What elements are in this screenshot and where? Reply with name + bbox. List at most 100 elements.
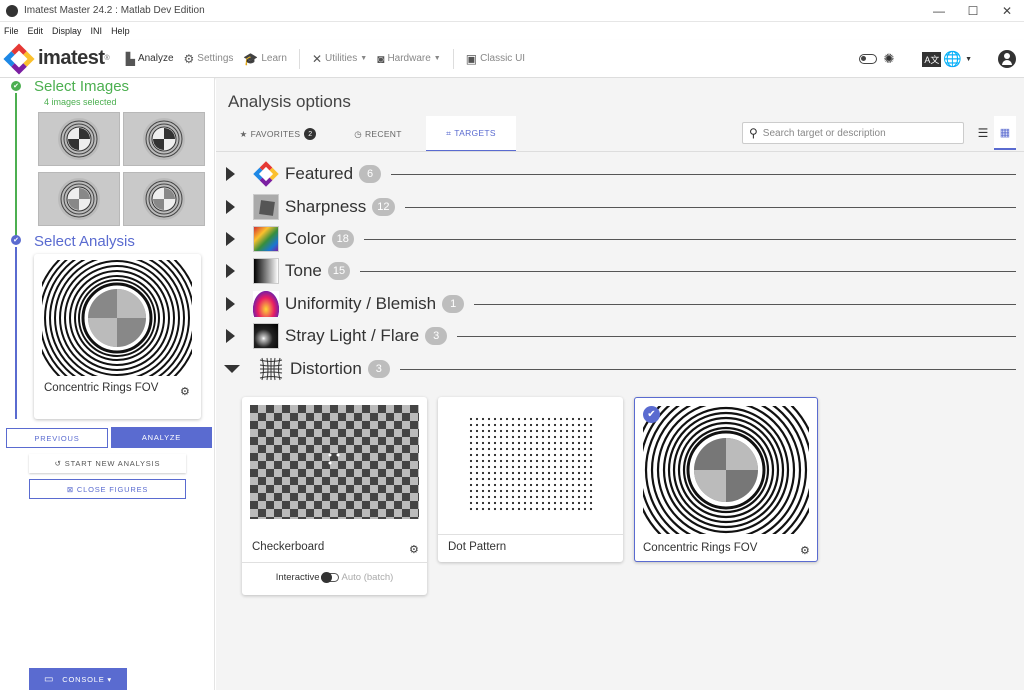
- step-select-images[interactable]: Select Images: [34, 78, 129, 95]
- dot-mark: [547, 441, 551, 445]
- dot-mark: [487, 507, 491, 511]
- dot-mark: [499, 465, 503, 469]
- analysis-options-panel: Analysis options ★ FAVORITES 2 ◷ RECENT ⌗ TA…: [216, 78, 1024, 690]
- learn-nav[interactable]: 🎓 Learn: [243, 52, 287, 66]
- globe-icon[interactable]: 🌐: [943, 50, 962, 68]
- dot-mark: [583, 507, 587, 511]
- dot-mark: [559, 483, 563, 487]
- distortion-icon: [258, 356, 284, 382]
- dot-mark: [553, 489, 557, 493]
- menu-ini[interactable]: INI: [91, 26, 103, 36]
- dot-mark: [487, 423, 491, 427]
- selected-check-icon: ✔: [643, 406, 660, 423]
- menu-help[interactable]: Help: [111, 26, 130, 36]
- tab-favorites[interactable]: ★ FAVORITES 2: [226, 116, 330, 152]
- selected-analysis-card[interactable]: Concentric Rings FOV ⚙: [34, 254, 201, 419]
- image-thumbnail[interactable]: [38, 172, 120, 226]
- dot-mark: [577, 501, 581, 505]
- menu-edit[interactable]: Edit: [28, 26, 44, 36]
- category-color[interactable]: Color 18: [224, 226, 1016, 252]
- image-thumbnail[interactable]: [123, 112, 205, 166]
- dot-mark: [577, 447, 581, 451]
- analyze-nav[interactable]: ▙ Analyze: [126, 52, 174, 66]
- category-uniformity[interactable]: Uniformity / Blemish 1: [224, 291, 1016, 317]
- close-figures-button[interactable]: ⊠ CLOSE FIGURES: [29, 479, 186, 499]
- featured-icon: [253, 161, 279, 187]
- category-tone[interactable]: Tone 15: [224, 258, 1016, 284]
- dot-mark: [547, 423, 551, 427]
- gear-icon[interactable]: ⚙: [800, 544, 810, 557]
- dot-mark: [541, 447, 545, 451]
- tab-targets[interactable]: ⌗ TARGETS: [426, 116, 516, 152]
- target-card-dot-pattern[interactable]: Dot Pattern: [438, 397, 623, 562]
- minimize-button[interactable]: —: [922, 0, 956, 22]
- tab-recent[interactable]: ◷ RECENT: [330, 116, 426, 152]
- utilities-menu[interactable]: ✕ Utilities ▼: [312, 52, 367, 66]
- dot-mark: [505, 501, 509, 505]
- category-distortion[interactable]: Distortion 3: [224, 357, 1016, 381]
- console-button[interactable]: ▭ CONSOLE ▾: [29, 668, 127, 690]
- category-divider: [474, 303, 1016, 305]
- grid-view-icon[interactable]: ▦: [994, 116, 1016, 150]
- menu-display[interactable]: Display: [52, 26, 82, 36]
- check-icon: ✔: [11, 235, 21, 245]
- dot-mark: [559, 501, 563, 505]
- search-input[interactable]: ⚲ Search target or description: [742, 122, 964, 144]
- translate-icon[interactable]: A文: [922, 51, 942, 67]
- expand-arrow-icon: [226, 167, 235, 181]
- close-button[interactable]: ✕: [990, 0, 1024, 22]
- dot-mark: [511, 447, 515, 451]
- maximize-button[interactable]: ☐: [956, 0, 990, 22]
- category-divider: [363, 238, 1016, 240]
- target-card-concentric-rings[interactable]: ✔ Concentric Rings FOV ⚙: [634, 397, 818, 562]
- dot-mark: [559, 477, 563, 481]
- list-view-icon[interactable]: ☰: [972, 116, 994, 150]
- dot-mark: [553, 417, 557, 421]
- classic-ui-button[interactable]: ▣ Classic UI: [466, 52, 525, 66]
- dot-mark: [571, 489, 575, 493]
- dot-mark: [571, 441, 575, 445]
- dot-mark: [493, 507, 497, 511]
- category-featured[interactable]: Featured 6: [224, 161, 1016, 187]
- hardware-menu[interactable]: ◙ Hardware ▼: [377, 52, 441, 66]
- gear-icon[interactable]: ⚙: [409, 543, 419, 556]
- tab-divider: [216, 151, 1024, 152]
- dot-mark: [487, 465, 491, 469]
- target-card-checkerboard[interactable]: Checkerboard ⚙ Interactive Auto (batch): [242, 397, 427, 595]
- image-thumbnail[interactable]: [123, 172, 205, 226]
- image-thumbnail[interactable]: [38, 112, 120, 166]
- dot-mark: [535, 435, 539, 439]
- dot-mark: [565, 459, 569, 463]
- dot-mark: [517, 435, 521, 439]
- dot-mark: [565, 441, 569, 445]
- start-new-analysis-button[interactable]: ↺ START NEW ANALYSIS: [29, 454, 186, 473]
- menu-file[interactable]: File: [4, 26, 19, 36]
- workflow-sidebar: ✔ Select Images 4 images selected ✔ Sele…: [0, 78, 215, 690]
- step-select-analysis[interactable]: Select Analysis: [34, 233, 135, 250]
- dot-mark: [547, 417, 551, 421]
- dot-mark: [577, 489, 581, 493]
- dot-mark: [499, 417, 503, 421]
- dot-mark: [571, 501, 575, 505]
- gear-icon[interactable]: ⚙: [180, 385, 190, 398]
- dot-mark: [547, 429, 551, 433]
- category-sharpness[interactable]: Sharpness 12: [224, 194, 1016, 220]
- account-icon[interactable]: [998, 50, 1016, 68]
- dot-mark: [499, 447, 503, 451]
- tab-bar: ★ FAVORITES 2 ◷ RECENT ⌗ TARGETS: [226, 116, 516, 152]
- dot-mark: [529, 495, 533, 499]
- dot-mark: [505, 465, 509, 469]
- theme-toggle[interactable]: [859, 54, 878, 64]
- dot-mark: [553, 441, 557, 445]
- settings-nav[interactable]: ⚙ Settings: [184, 52, 234, 66]
- previous-button[interactable]: PREVIOUS: [6, 428, 108, 448]
- dot-mark: [523, 459, 527, 463]
- category-count: 12: [372, 198, 395, 216]
- category-stray-light[interactable]: Stray Light / Flare 3: [224, 323, 1016, 349]
- dot-mark: [577, 471, 581, 475]
- dot-mark: [541, 429, 545, 433]
- analyze-button[interactable]: ANALYZE: [111, 427, 212, 448]
- batch-mode-toggle[interactable]: [320, 572, 339, 583]
- dot-mark: [535, 477, 539, 481]
- category-count: 3: [425, 327, 448, 345]
